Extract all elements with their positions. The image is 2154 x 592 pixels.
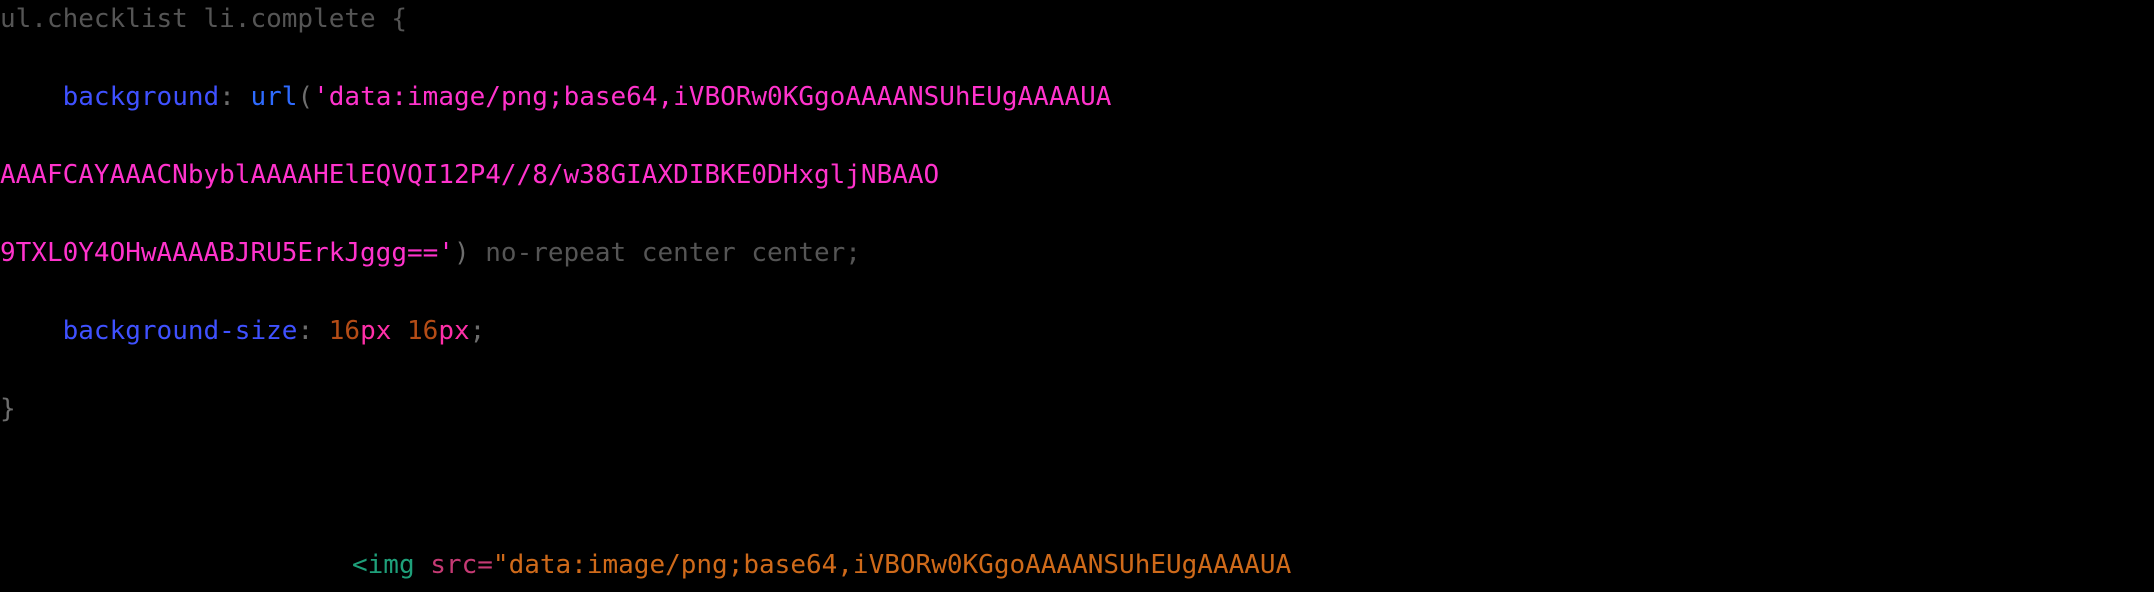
css-url-string: 9TXL0Y4OHwAAAABJRU5ErkJggg==	[0, 238, 438, 268]
css-unit: px	[360, 316, 391, 346]
html-attr: src	[430, 550, 477, 580]
html-tag-open: <img	[352, 550, 415, 580]
css-property: background	[63, 82, 220, 112]
code-line: background-size: 16px 16px;	[0, 312, 2154, 351]
css-url-string: AAAFCAYAAACNbyblAAAAHElEQVQI12P4//8/w38G…	[0, 160, 939, 190]
css-number: 16	[329, 316, 360, 346]
css-value-tail: no-repeat center center;	[470, 238, 861, 268]
code-line: }	[0, 390, 2154, 429]
code-line: <img src="data:image/png;base64,iVBORw0K…	[0, 546, 2154, 585]
code-line: 9TXL0Y4OHwAAAABJRU5ErkJggg==') no-repeat…	[0, 234, 2154, 273]
css-close-brace: }	[0, 394, 16, 424]
css-number: 16	[407, 316, 438, 346]
css-unit: px	[438, 316, 469, 346]
css-property: background-size	[63, 316, 298, 346]
css-selector: ul.checklist li.complete {	[0, 4, 407, 34]
code-line: AAAFCAYAAACNbyblAAAAHElEQVQI12P4//8/w38G…	[0, 156, 2154, 195]
code-line: ul.checklist li.complete {	[0, 0, 2154, 39]
code-line-blank	[0, 468, 2154, 507]
code-block: ul.checklist li.complete { background: u…	[0, 0, 2154, 592]
code-line: background: url('data:image/png;base64,i…	[0, 78, 2154, 117]
html-attr-value: data:image/png;base64,iVBORw0KGgoAAAANSU…	[509, 550, 1292, 580]
css-url-string: data:image/png;base64,iVBORw0KGgoAAAANSU…	[329, 82, 1112, 112]
css-url-fn: url	[250, 82, 297, 112]
